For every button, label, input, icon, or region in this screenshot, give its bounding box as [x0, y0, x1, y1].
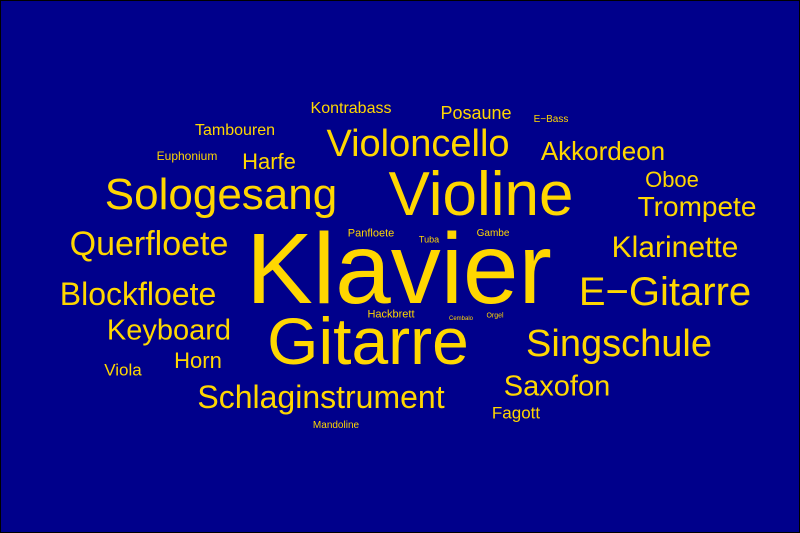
word-sologesang: Sologesang [104, 170, 338, 219]
word-harfe: Harfe [242, 149, 296, 174]
word-cembalo: Cembalo [448, 316, 474, 322]
word-viola: Viola [104, 360, 142, 380]
word-tuba: Tuba [418, 234, 440, 245]
word-trompete: Trompete [637, 191, 757, 222]
word-blockfloete: Blockfloete [59, 276, 217, 312]
word-orgel: Orgel [486, 312, 504, 320]
word-mandoline: Mandoline [312, 420, 360, 431]
word-singschule: Singschule [526, 323, 712, 365]
word-querfloete: Querfloete [69, 225, 229, 263]
word-panfloete: Panfloete [347, 227, 395, 240]
word-violoncello: Violoncello [326, 123, 510, 165]
word-e-gitarre: E−Gitarre [578, 270, 752, 314]
word-keyboard: Keyboard [106, 314, 232, 347]
word-gambe: Gambe [476, 228, 510, 239]
word-violine: Violine [388, 160, 574, 229]
word-euphonium: Euphonium [156, 149, 218, 163]
word-cloud: Klavier Violine Gitarre Sologesang Violo… [0, 0, 800, 533]
word-saxofon: Saxofon [503, 370, 611, 403]
word-fagott: Fagott [491, 403, 541, 423]
word-klarinette: Klarinette [611, 231, 739, 264]
word-posaune: Posaune [440, 103, 512, 123]
word-hackbrett: Hackbrett [367, 308, 415, 321]
word-akkordeon: Akkordeon [540, 136, 666, 166]
word-horn: Horn [174, 348, 222, 373]
word-oboe: Oboe [645, 167, 699, 192]
word-schlaginstrument: Schlaginstrument [197, 379, 445, 415]
word-e-bass: E−Bass [533, 114, 569, 125]
word-kontrabass: Kontrabass [310, 100, 392, 117]
word-tambouren: Tambouren [194, 122, 276, 139]
